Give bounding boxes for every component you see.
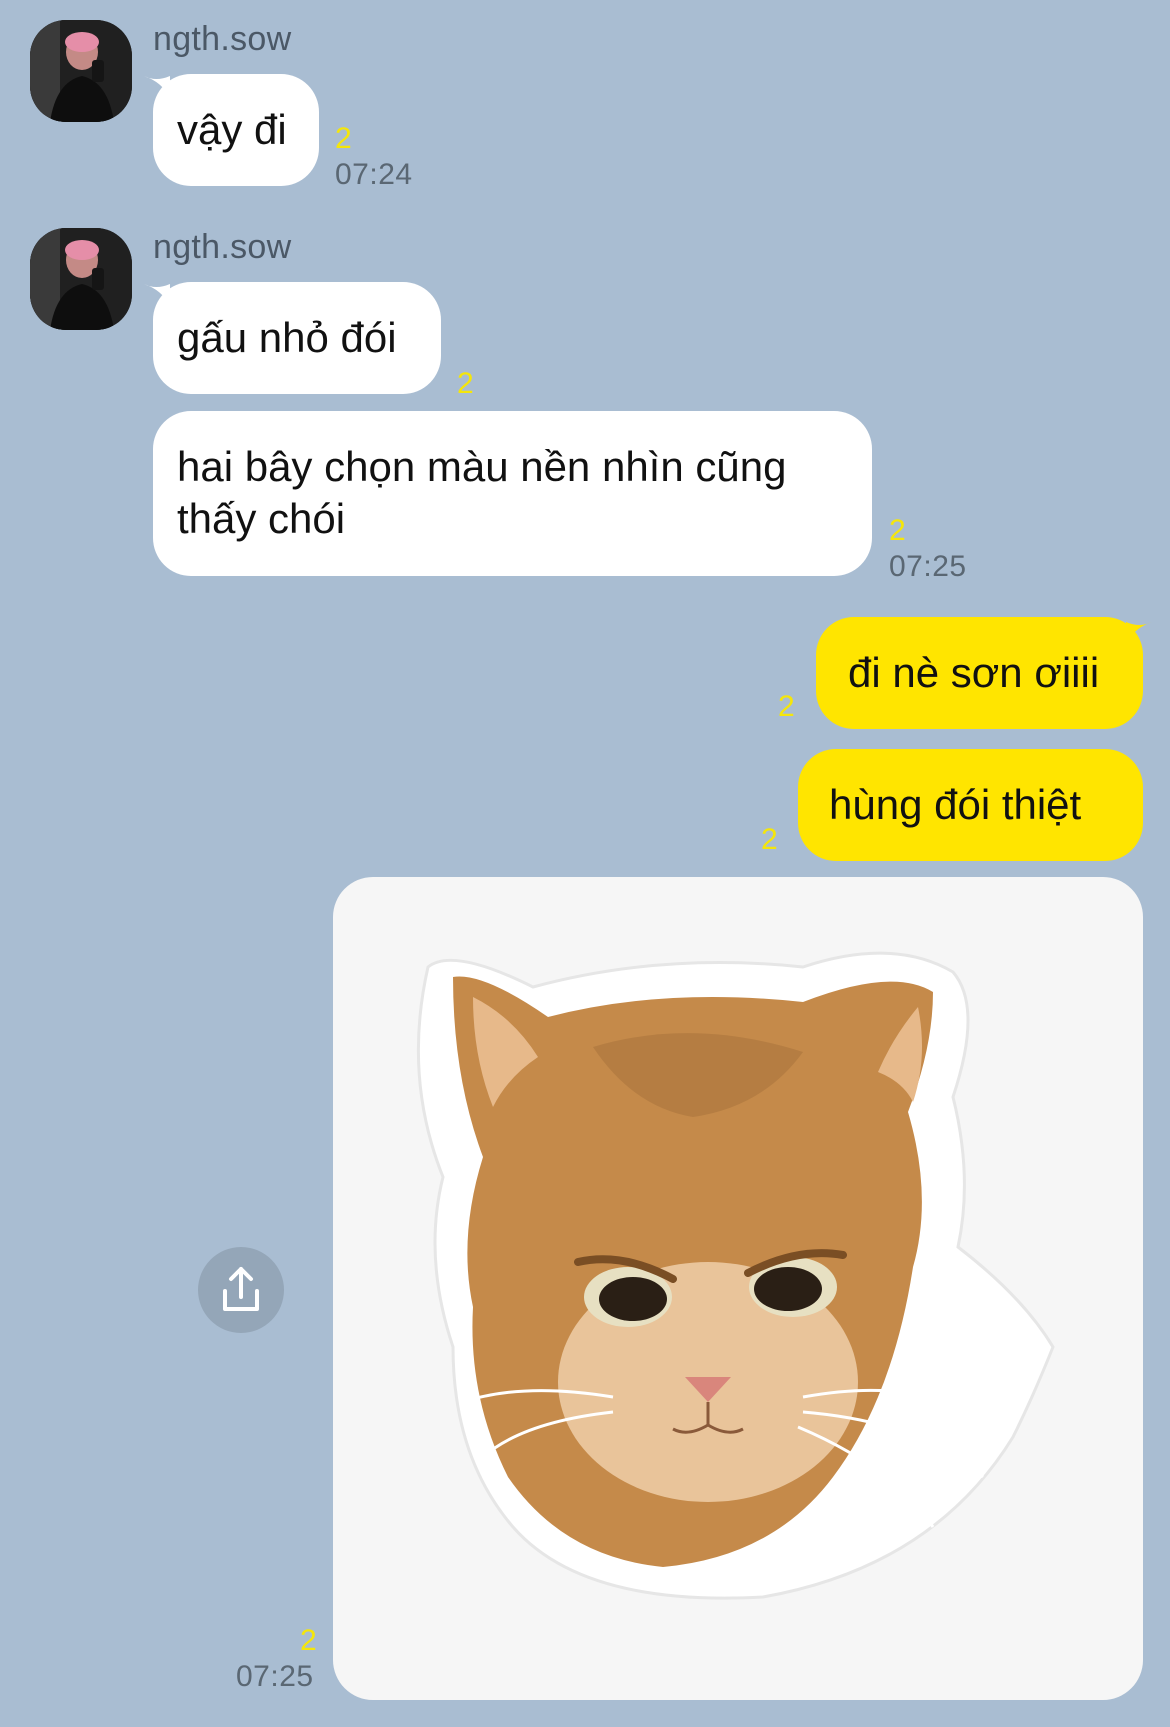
sender-name: ngth.sow	[153, 20, 292, 58]
message-bubble[interactable]: đi nè sơn ơiiii	[816, 617, 1143, 729]
cat-sticker-image	[416, 951, 1055, 1600]
unread-count: 2	[300, 1624, 317, 1657]
avatar-photo	[30, 20, 132, 122]
unread-count: 2	[778, 690, 795, 723]
sender-name: ngth.sow	[153, 228, 292, 266]
message-text: hùng đói thiệt	[829, 781, 1082, 828]
message-time: 07:24	[335, 158, 413, 191]
message-time: 07:25	[236, 1660, 314, 1693]
message-bubble[interactable]: hùng đói thiệt	[798, 749, 1143, 861]
unread-count: 2	[457, 367, 474, 400]
unread-count: 2	[335, 122, 352, 155]
message-text: đi nè sơn ơiiii	[848, 649, 1100, 696]
message-text-line: thấy chói	[177, 495, 346, 542]
avatar[interactable]	[30, 20, 132, 122]
avatar[interactable]	[30, 228, 132, 330]
unread-count: 2	[889, 514, 906, 547]
message-text-line: hai bây chọn màu nền nhìn cũng	[177, 443, 787, 490]
message-text: vậy đi	[177, 106, 287, 153]
unread-count: 2	[761, 823, 778, 856]
avatar-photo	[30, 228, 132, 330]
message-time: 07:25	[889, 550, 967, 583]
message-bubble[interactable]: vậy đi	[153, 74, 319, 186]
image-message[interactable]	[333, 877, 1143, 1700]
message-bubble[interactable]: gấu nhỏ đói	[153, 282, 441, 394]
message-text: gấu nhỏ đói	[177, 314, 397, 361]
share-button[interactable]	[198, 1247, 284, 1333]
message-bubble[interactable]: hai bây chọn màu nền nhìn cũng thấy chói	[153, 411, 872, 576]
share-icon	[223, 1267, 259, 1311]
